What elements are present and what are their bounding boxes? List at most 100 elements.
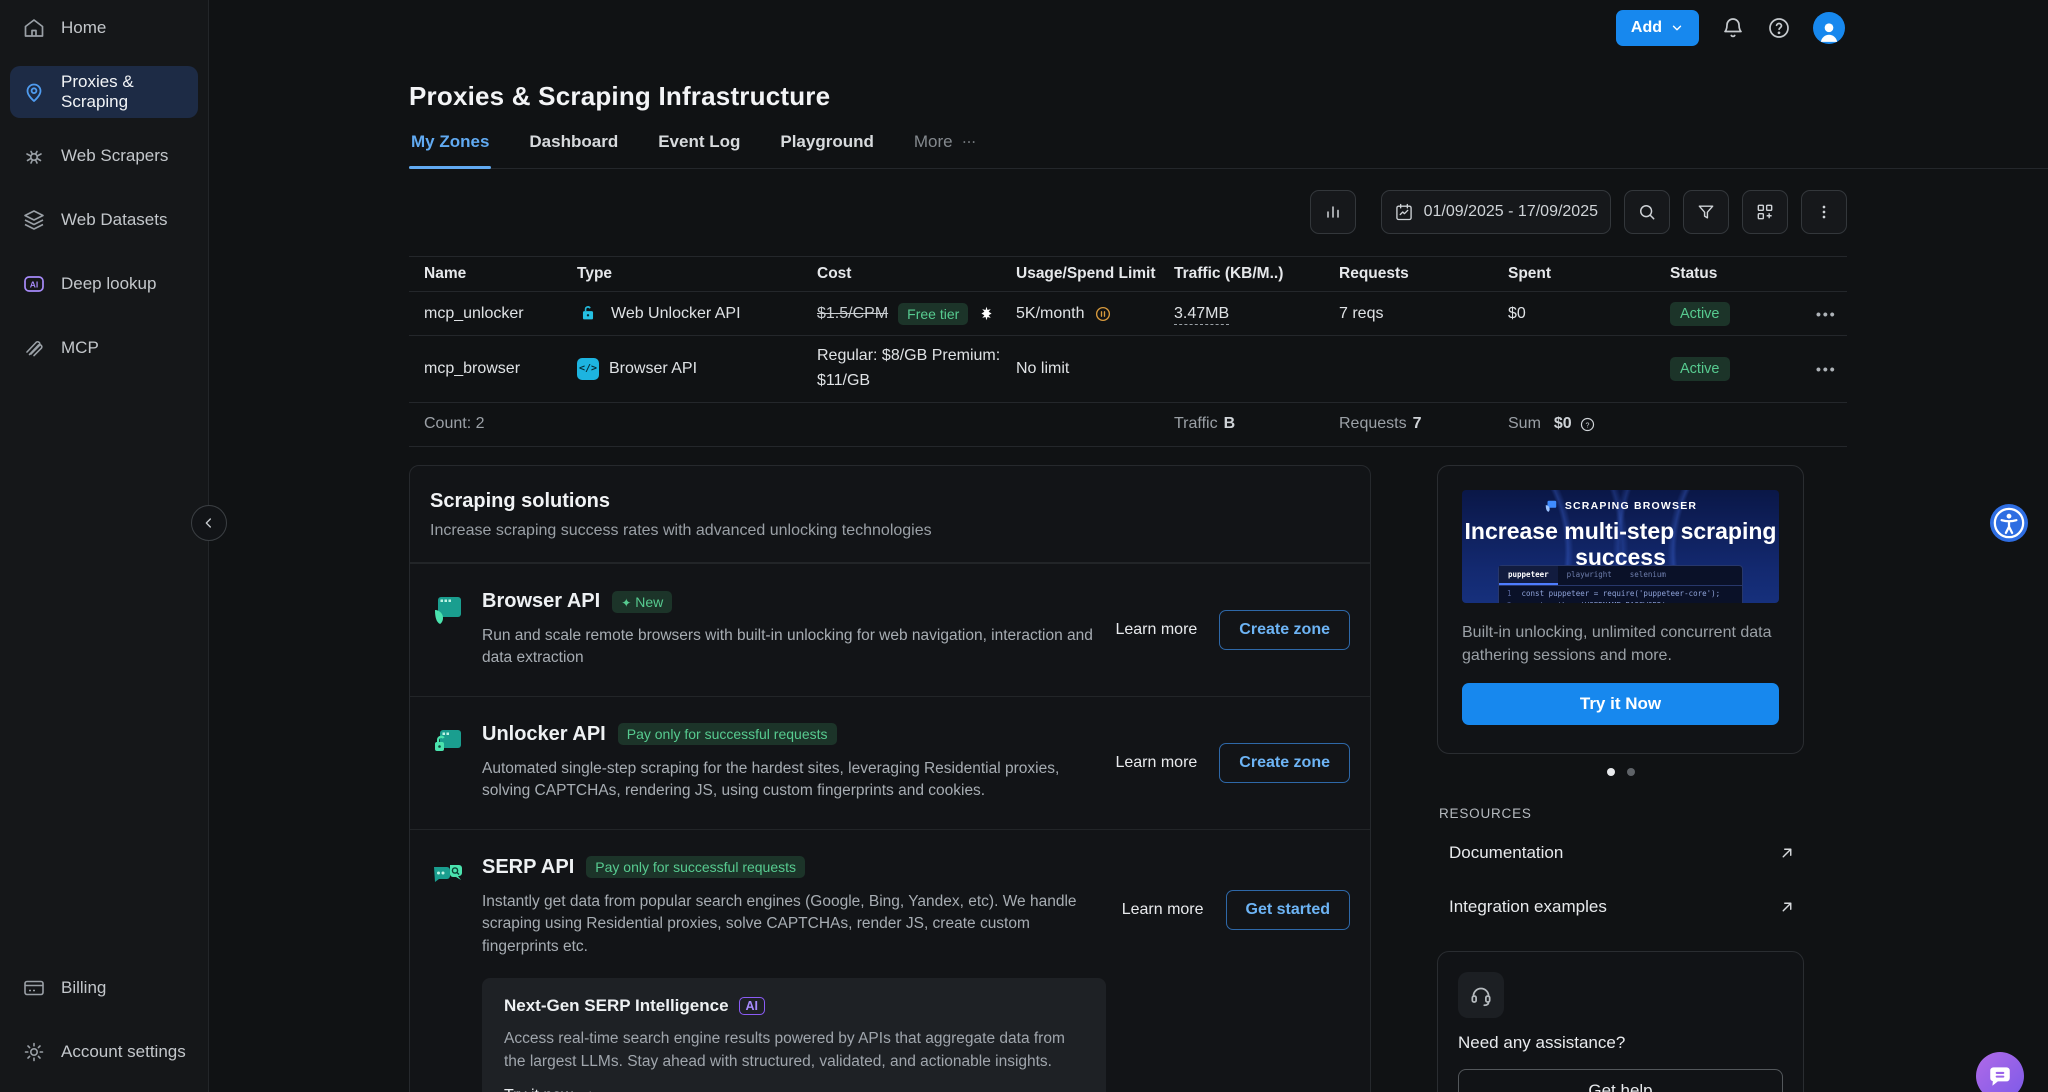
notifications-button[interactable] bbox=[1721, 16, 1745, 40]
chat-bubble-icon bbox=[1987, 1063, 2013, 1089]
zone-spent: $0 bbox=[1508, 305, 1670, 323]
col-header-spent[interactable]: Spent bbox=[1508, 265, 1670, 283]
col-header-name[interactable]: Name bbox=[409, 265, 577, 283]
col-header-cost[interactable]: Cost bbox=[817, 265, 1016, 283]
get-started-button[interactable]: Get started bbox=[1226, 890, 1350, 930]
location-pin-icon bbox=[22, 80, 46, 104]
resource-link-documentation[interactable]: Documentation bbox=[1437, 831, 1804, 875]
sidebar-item-label: MCP bbox=[61, 338, 99, 358]
search-button[interactable] bbox=[1624, 190, 1670, 234]
carousel-dots bbox=[1437, 768, 1804, 776]
sidebar-item-label: Home bbox=[61, 18, 106, 38]
tab-my-zones[interactable]: My Zones bbox=[409, 128, 491, 168]
zone-type: Browser API bbox=[609, 360, 697, 378]
sidebar-item-proxies-scraping[interactable]: Proxies & Scraping bbox=[10, 66, 198, 118]
ai-badge: AI bbox=[739, 997, 766, 1015]
learn-more-link[interactable]: Learn more bbox=[1122, 901, 1204, 919]
col-header-type[interactable]: Type bbox=[577, 265, 817, 283]
ai-badge-icon: AI bbox=[22, 272, 46, 296]
col-header-traffic[interactable]: Traffic (KB/M..) bbox=[1174, 265, 1339, 283]
zones-table: Name Type Cost Usage/Spend Limit Traffic… bbox=[409, 256, 1847, 447]
tab-more[interactable]: More bbox=[912, 128, 979, 168]
table-row[interactable]: mcp_unlocker Web Unlocker API $1.5/CPM F… bbox=[409, 291, 1847, 335]
add-button[interactable]: Add bbox=[1616, 10, 1699, 46]
scraping-browser-logo-icon bbox=[1544, 499, 1558, 513]
solution-description: Run and scale remote browsers with built… bbox=[482, 625, 1099, 670]
row-menu-button[interactable]: ••• bbox=[1816, 306, 1847, 322]
tab-dashboard[interactable]: Dashboard bbox=[527, 128, 620, 168]
promo-heading: Increase multi-step scraping success bbox=[1462, 519, 1779, 571]
tab-playground[interactable]: Playground bbox=[778, 128, 876, 168]
solution-title: Browser API bbox=[482, 590, 600, 613]
col-header-usage[interactable]: Usage/Spend Limit bbox=[1016, 265, 1174, 283]
sidebar-item-home[interactable]: Home bbox=[10, 2, 198, 54]
filter-button[interactable] bbox=[1683, 190, 1729, 234]
pause-circle-icon[interactable] bbox=[1094, 305, 1112, 323]
date-range-value: 01/09/2025 - 17/09/2025 bbox=[1424, 203, 1598, 221]
free-tier-badge: Free tier bbox=[898, 303, 968, 325]
serp-box-title: Next-Gen SERP Intelligence bbox=[504, 996, 729, 1016]
home-icon bbox=[22, 16, 46, 40]
kebab-menu-icon bbox=[1814, 202, 1834, 222]
sidebar-collapse-button[interactable] bbox=[191, 505, 227, 541]
carousel-dot-1[interactable] bbox=[1607, 768, 1615, 776]
help-title: Need any assistance? bbox=[1458, 1033, 1783, 1053]
sidebar-item-web-datasets[interactable]: Web Datasets bbox=[10, 194, 198, 246]
footer-requests: Requests7 bbox=[1339, 415, 1508, 433]
sidebar-item-label: Deep lookup bbox=[61, 274, 156, 294]
tab-event-log[interactable]: Event Log bbox=[656, 128, 742, 168]
sidebar-item-web-scrapers[interactable]: Web Scrapers bbox=[10, 130, 198, 182]
zone-traffic[interactable]: 3.47MB bbox=[1174, 305, 1229, 325]
try-it-now-button[interactable]: Try it Now bbox=[1462, 683, 1779, 725]
col-header-status[interactable]: Status bbox=[1670, 265, 1816, 283]
create-zone-button[interactable]: Create zone bbox=[1219, 610, 1350, 650]
status-badge: Active bbox=[1670, 357, 1730, 381]
gear-icon bbox=[22, 1040, 46, 1064]
solution-unlocker-api: Unlocker API Pay only for successful req… bbox=[410, 696, 1370, 829]
spider-icon bbox=[22, 144, 46, 168]
chat-button[interactable] bbox=[1976, 1052, 2024, 1092]
get-help-button[interactable]: Get help bbox=[1458, 1069, 1783, 1092]
columns-button[interactable] bbox=[1742, 190, 1788, 234]
row-menu-button[interactable]: ••• bbox=[1816, 361, 1847, 377]
page-title: Proxies & Scraping Infrastructure bbox=[409, 81, 830, 112]
arrow-right-icon bbox=[581, 1088, 598, 1092]
code-tab-selenium: selenium bbox=[1621, 566, 1675, 585]
col-header-requests[interactable]: Requests bbox=[1339, 265, 1508, 283]
table-row[interactable]: mcp_browser </> Browser API Regular: $8/… bbox=[409, 335, 1847, 402]
serp-box-description: Access real-time search engine results p… bbox=[504, 1028, 1084, 1073]
create-zone-button[interactable]: Create zone bbox=[1219, 743, 1350, 783]
carousel-dot-2[interactable] bbox=[1627, 768, 1635, 776]
learn-more-link[interactable]: Learn more bbox=[1115, 754, 1197, 772]
sidebar-item-label: Web Scrapers bbox=[61, 146, 168, 166]
credit-card-icon bbox=[22, 976, 46, 1000]
code-tab-puppeteer: puppeteer bbox=[1499, 566, 1558, 585]
help-button[interactable] bbox=[1767, 16, 1791, 40]
ellipsis-icon bbox=[961, 134, 977, 150]
sidebar-item-account-settings[interactable]: Account settings bbox=[10, 1026, 198, 1078]
more-options-button[interactable] bbox=[1801, 190, 1847, 234]
promo-code-window: puppeteer playwright selenium 1const pup… bbox=[1498, 565, 1743, 603]
chevron-down-icon bbox=[1670, 21, 1684, 35]
try-it-now-link[interactable]: Try it now bbox=[504, 1087, 1084, 1092]
grid-plus-icon bbox=[1755, 202, 1775, 222]
scraping-solutions-card: Scraping solutions Increase scraping suc… bbox=[409, 465, 1371, 1092]
sidebar-item-deep-lookup[interactable]: AI Deep lookup bbox=[10, 258, 198, 310]
table-toolbar: 01/09/2025 - 17/09/2025 bbox=[1310, 190, 1847, 234]
zone-name: mcp_browser bbox=[409, 360, 577, 378]
zone-name: mcp_unlocker bbox=[409, 305, 577, 323]
scraping-browser-promo-card: SCRAPING BROWSER Increase multi-step scr… bbox=[1437, 465, 1804, 754]
resource-link-integration-examples[interactable]: Integration examples bbox=[1437, 885, 1804, 929]
learn-more-link[interactable]: Learn more bbox=[1115, 621, 1197, 639]
chart-view-button[interactable] bbox=[1310, 190, 1356, 234]
sidebar-item-mcp[interactable]: MCP bbox=[10, 322, 198, 374]
sidebar-item-label: Billing bbox=[61, 978, 106, 998]
question-circle-icon bbox=[1767, 16, 1791, 40]
promo-eyebrow-label: SCRAPING BROWSER bbox=[1565, 500, 1697, 512]
footer-sum: Sum$0 ? bbox=[1508, 415, 1670, 433]
sidebar-item-billing[interactable]: Billing bbox=[10, 962, 198, 1014]
sun-burst-icon[interactable] bbox=[978, 305, 995, 322]
accessibility-button[interactable] bbox=[1990, 504, 2028, 542]
date-range-button[interactable]: 01/09/2025 - 17/09/2025 bbox=[1381, 190, 1611, 234]
user-avatar[interactable] bbox=[1813, 12, 1845, 44]
